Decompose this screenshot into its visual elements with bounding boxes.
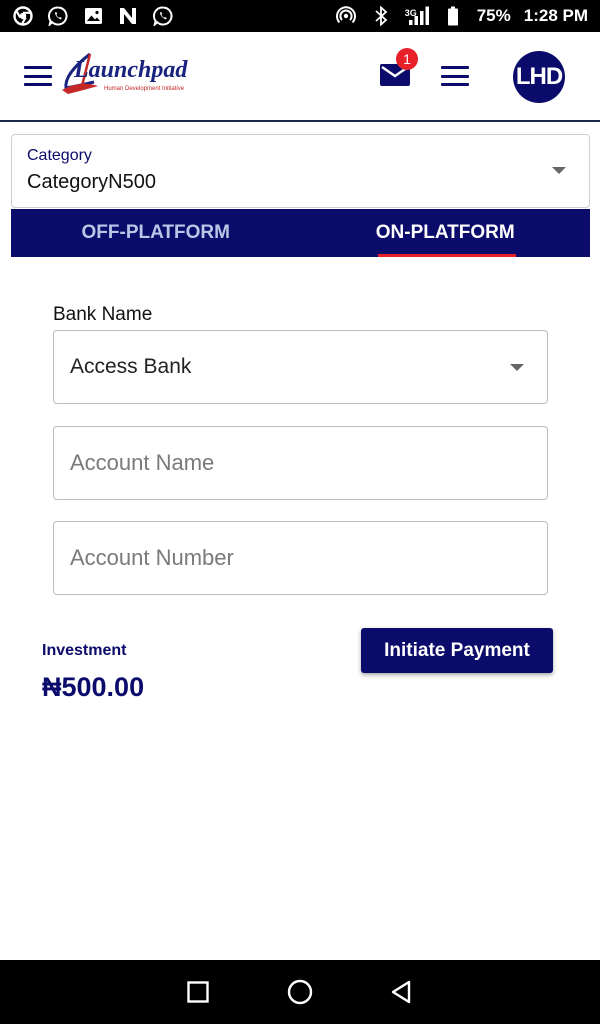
battery-icon bbox=[442, 5, 464, 27]
logo-subtitle: Human Development Initiative bbox=[104, 86, 185, 92]
chevron-down-icon bbox=[510, 364, 524, 371]
launchpad-logo[interactable]: Launchpad Human Development Initiative bbox=[60, 50, 200, 102]
whatsapp-icon bbox=[152, 5, 174, 27]
whatsapp-icon bbox=[47, 5, 69, 27]
logo-text: Launchpad bbox=[74, 57, 188, 83]
signal-indicator: 3G bbox=[405, 5, 429, 27]
tab-off-platform[interactable]: OFF-PLATFORM bbox=[11, 209, 301, 257]
category-value: CategoryN500 bbox=[27, 171, 156, 193]
network-type: 3G bbox=[404, 8, 417, 18]
menu-icon[interactable] bbox=[24, 66, 52, 86]
chevron-down-icon bbox=[552, 167, 566, 174]
status-right-icons: 3G 75% 1:28 PM bbox=[335, 5, 588, 27]
account-number-field[interactable] bbox=[53, 521, 548, 595]
home-icon[interactable] bbox=[286, 978, 314, 1006]
initiate-payment-button[interactable]: Initiate Payment bbox=[361, 628, 553, 673]
active-tab-indicator bbox=[377, 254, 516, 257]
account-number-input[interactable] bbox=[54, 522, 547, 594]
secondary-menu-icon[interactable] bbox=[441, 66, 469, 86]
bank-name-label: Bank Name bbox=[53, 304, 153, 325]
tab-label: OFF-PLATFORM bbox=[81, 222, 230, 243]
category-select[interactable]: Category CategoryN500 bbox=[11, 134, 590, 208]
app-bar: Launchpad Human Development Initiative 1… bbox=[0, 32, 600, 122]
system-navigation-bar bbox=[0, 960, 600, 1024]
account-name-input[interactable] bbox=[54, 427, 547, 499]
platform-tabs: OFF-PLATFORM ON-PLATFORM bbox=[11, 209, 590, 257]
back-icon[interactable] bbox=[388, 978, 416, 1006]
account-name-field[interactable] bbox=[53, 426, 548, 500]
n-icon bbox=[117, 5, 139, 27]
mail-notification-badge: 1 bbox=[396, 48, 418, 70]
investment-label: Investment bbox=[42, 642, 127, 659]
bank-name-value: Access Bank bbox=[70, 355, 192, 378]
avatar[interactable]: LHD bbox=[513, 51, 565, 103]
hotspot-icon bbox=[335, 5, 357, 27]
recent-apps-icon[interactable] bbox=[184, 978, 212, 1006]
category-label: Category bbox=[27, 147, 92, 164]
status-bar: 3G 75% 1:28 PM bbox=[0, 0, 600, 32]
tab-label: ON-PLATFORM bbox=[375, 222, 515, 243]
bank-name-select[interactable]: Access Bank bbox=[53, 330, 548, 404]
chrome-icon bbox=[12, 5, 34, 27]
status-left-icons bbox=[12, 5, 174, 27]
tab-on-platform[interactable]: ON-PLATFORM bbox=[301, 209, 591, 257]
bluetooth-icon bbox=[370, 5, 392, 27]
gallery-icon bbox=[82, 5, 104, 27]
clock: 1:28 PM bbox=[523, 6, 588, 25]
battery-percent: 75% bbox=[476, 6, 511, 25]
investment-amount: ₦500.00 bbox=[42, 672, 145, 702]
